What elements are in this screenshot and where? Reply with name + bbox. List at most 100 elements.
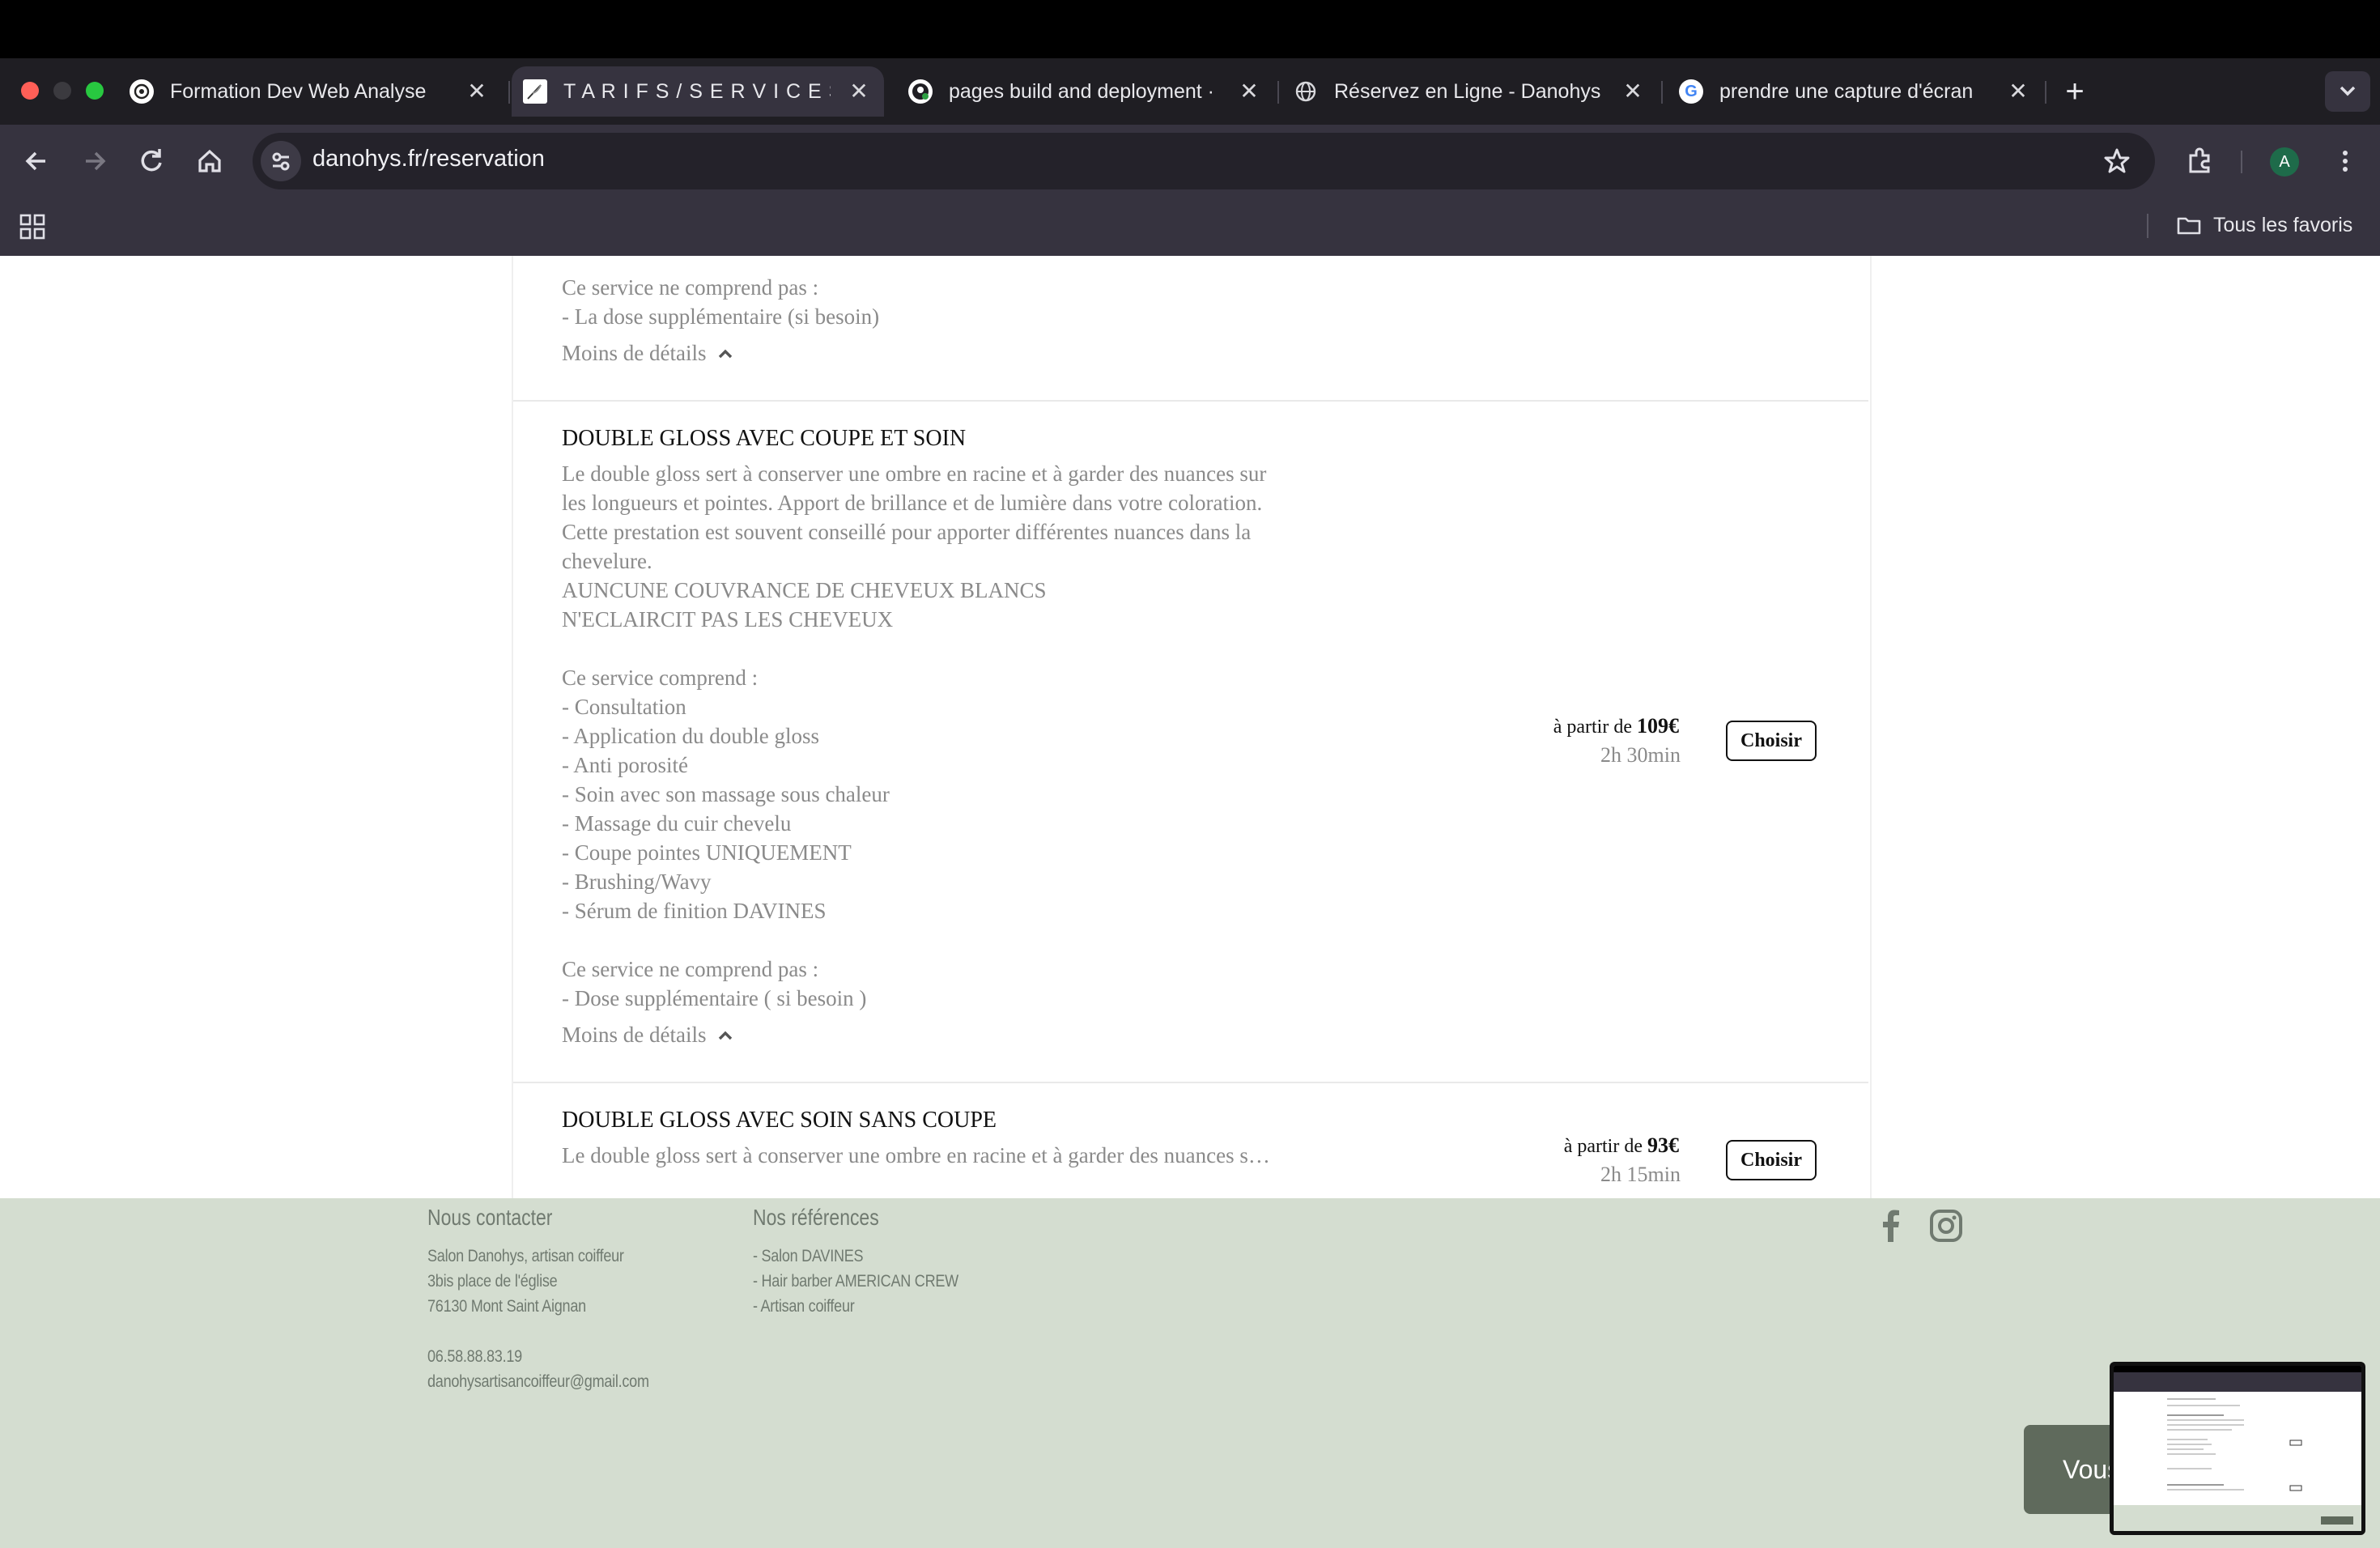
chevron-down-icon <box>2340 86 2356 96</box>
all-bookmarks-folder[interactable]: Tous les favoris <box>2174 211 2352 240</box>
reference-line: - Artisan coiffeur <box>753 1297 855 1316</box>
references-heading: Nos références <box>753 1205 879 1230</box>
service-text: Ce service ne comprend pas : <box>562 275 819 300</box>
grid-icon <box>19 214 45 240</box>
service-text: AUNCUNE COUVRANCE DE CHEVEUX BLANCS <box>562 578 1047 602</box>
top-bar <box>0 0 2380 58</box>
zoom-window-button[interactable] <box>86 82 104 100</box>
email-link[interactable]: danohysartisancoiffeur@gmail.com <box>427 1372 649 1392</box>
close-tab-icon[interactable]: ✕ <box>1619 78 1647 105</box>
back-button[interactable] <box>16 141 57 181</box>
tab-title: T A R I F S / S E R V I C E S | D <box>563 79 831 103</box>
tab-formation[interactable]: Formation Dev Web Analyse ✕ <box>130 66 502 117</box>
service-text: - Dose supplémentaire ( si besoin ) <box>562 986 867 1010</box>
openai-icon <box>130 79 154 104</box>
contact-line: 76130 Mont Saint Aignan <box>427 1297 586 1316</box>
close-window-button[interactable] <box>21 82 39 100</box>
screenshot-thumbnail[interactable] <box>2110 1362 2365 1535</box>
service-text: - Application du double gloss <box>562 724 819 748</box>
contact-heading: Nous contacter <box>427 1205 553 1230</box>
close-tab-icon[interactable]: ✕ <box>1235 78 1263 105</box>
google-icon: G <box>1679 79 1703 104</box>
kebab-menu-icon <box>2343 151 2348 172</box>
tab-google[interactable]: G prendre une capture d'écran ✕ <box>1679 66 2043 117</box>
service-text: - Brushing/Wavy <box>562 870 712 894</box>
service-text: N'ECLAIRCIT PAS LES CHEVEUX <box>562 607 894 632</box>
service-text: Ce service comprend : <box>562 666 759 690</box>
choose-button[interactable]: Choisir <box>1726 721 1817 761</box>
service-text: - Coupe pointes UNIQUEMENT <box>562 840 852 865</box>
less-details-label: Moins de détails <box>562 341 707 365</box>
profile-avatar[interactable]: A <box>2270 147 2299 176</box>
footer <box>0 1198 2380 1548</box>
bookmark-star-button[interactable] <box>2097 141 2137 181</box>
service-text: - Sérum de finition DAVINES <box>562 899 827 923</box>
close-tab-icon[interactable]: ✕ <box>463 78 491 105</box>
reference-line: - Salon DAVINES <box>753 1247 864 1265</box>
price-prefix: à partir de <box>1563 1136 1643 1157</box>
service-title: DOUBLE GLOSS AVEC SOIN SANS COUPE <box>562 1108 997 1133</box>
less-details-label: Moins de détails <box>562 1023 707 1047</box>
service-title: DOUBLE GLOSS AVEC COUPE ET SOIN <box>562 426 967 451</box>
tab-separator <box>2045 81 2046 104</box>
service-text: - Consultation <box>562 695 686 719</box>
tune-icon <box>272 152 290 171</box>
tab-separator <box>1277 81 1279 104</box>
service-text: Le double gloss sert à conserver une omb… <box>562 461 1267 486</box>
globe-icon <box>1294 79 1318 104</box>
choose-button[interactable]: Choisir <box>1726 1140 1817 1180</box>
service-price: à partir de 93€ <box>1564 1133 1679 1158</box>
reference-line: - Hair barber AMERICAN CREW <box>753 1272 958 1291</box>
arrow-left-icon <box>25 151 45 171</box>
service-text: - Soin avec son massage sous chaleur <box>562 782 890 806</box>
reload-icon <box>141 149 162 172</box>
close-tab-icon[interactable]: ✕ <box>2004 78 2032 105</box>
service-divider <box>513 1082 1868 1083</box>
facebook-link[interactable] <box>1875 1208 1907 1244</box>
service-text: - Massage du cuir chevelu <box>562 811 792 836</box>
phone-link[interactable]: 06.58.88.83.19 <box>427 1347 522 1367</box>
service-summary: Le double gloss sert à conserver une omb… <box>562 1143 1270 1167</box>
tab-search-button[interactable] <box>2325 71 2370 112</box>
service-text: les longueurs et pointes. Apport de bril… <box>562 491 1263 515</box>
star-icon <box>2104 148 2130 173</box>
service-duration: 2h 30min <box>1600 743 1681 767</box>
screenshot-preview-image <box>2114 1366 2361 1531</box>
menu-button[interactable] <box>2325 141 2365 181</box>
tab-separator <box>1661 81 1663 104</box>
service-text: - Anti porosité <box>562 753 688 777</box>
instagram-link[interactable] <box>1928 1208 1964 1244</box>
service-duration: 2h 15min <box>1600 1163 1681 1186</box>
bookmarks-separator <box>2147 214 2148 238</box>
tab-title: Réservez en Ligne - Danohys <box>1334 79 1601 103</box>
reload-button[interactable] <box>131 141 172 181</box>
new-tab-button[interactable]: + <box>2055 71 2095 112</box>
arrow-right-icon <box>86 151 106 171</box>
minimize-window-button[interactable] <box>53 82 71 100</box>
contact-line: Salon Danohys, artisan coiffeur <box>427 1247 624 1265</box>
bookmarks-bar <box>0 196 2380 256</box>
tab-title: prendre une capture d'écran <box>1719 79 1974 103</box>
close-tab-icon[interactable]: ✕ <box>845 78 873 105</box>
service-divider <box>513 400 1868 402</box>
service-text: Cette prestation est souvent conseillé p… <box>562 520 1252 544</box>
instagram-icon <box>1930 1210 1962 1242</box>
feather-icon <box>523 79 547 104</box>
toolbar-separator <box>2241 151 2242 173</box>
tab-separator <box>508 81 510 104</box>
tab-tarifs[interactable]: T A R I F S / S E R V I C E S | D ✕ <box>512 66 884 117</box>
price-value: 109€ <box>1637 714 1679 738</box>
apps-button[interactable] <box>15 209 50 245</box>
tab-github[interactable]: pages build and deployment · ✕ <box>908 66 1274 117</box>
forward-button[interactable] <box>74 141 115 181</box>
url-text[interactable]: danohys.fr/reservation <box>312 146 545 172</box>
extensions-button[interactable] <box>2179 141 2220 181</box>
tab-title: pages build and deployment · <box>949 79 1215 103</box>
chevron-up-icon <box>719 1031 733 1040</box>
less-details-link[interactable]: Moins de détails <box>562 1023 737 1048</box>
puzzle-icon <box>2189 147 2210 173</box>
less-details-link[interactable]: Moins de détails <box>562 341 737 366</box>
site-info-button[interactable] <box>261 141 301 181</box>
tab-reservez[interactable]: Réservez en Ligne - Danohys ✕ <box>1294 66 1658 117</box>
home-button[interactable] <box>189 141 230 181</box>
